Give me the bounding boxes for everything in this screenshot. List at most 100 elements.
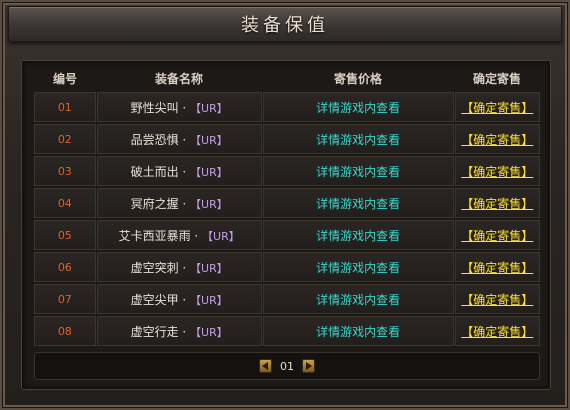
equipment-name-text: 艾卡西亚暴雨 ·	[118, 228, 203, 243]
row-number-cell: 01	[34, 92, 96, 122]
pagination: 01	[34, 352, 540, 380]
equipment-name: 艾卡西亚暴雨 · 【UR】	[119, 227, 240, 244]
equipment-name-text: 品尝恐惧 ·	[130, 132, 191, 147]
price-link[interactable]: 详情游戏内查看	[316, 259, 400, 276]
title-bar: 装备保值	[8, 6, 562, 42]
row-number-cell: 06	[34, 252, 96, 282]
row-number: 06	[57, 260, 72, 274]
price-link[interactable]: 详情游戏内查看	[316, 131, 400, 148]
equipment-value-window: 装备保值 编号 装备名称 寄售价格 确定寄售 01 野性尖叫 · 【UR】 详情游戏…	[0, 0, 570, 410]
row-number-cell: 03	[34, 156, 96, 186]
row-price-cell: 详情游戏内查看	[262, 220, 454, 250]
row-name-cell: 野性尖叫 · 【UR】	[96, 92, 262, 122]
rarity-tag: 【UR】	[190, 325, 228, 339]
equipment-name: 破土而出 · 【UR】	[131, 163, 228, 180]
row-name-cell: 艾卡西亚暴雨 · 【UR】	[96, 220, 262, 250]
row-name-cell: 虚空突刺 · 【UR】	[96, 252, 262, 282]
row-number-cell: 05	[34, 220, 96, 250]
confirm-consign-button[interactable]: 【确定寄售】	[461, 131, 533, 148]
rarity-tag: 【UR】	[190, 293, 228, 307]
equipment-name-text: 虚空突刺 ·	[130, 260, 191, 275]
confirm-consign-button[interactable]: 【确定寄售】	[461, 259, 533, 276]
rarity-tag: 【UR】	[190, 261, 228, 275]
equipment-panel: 编号 装备名称 寄售价格 确定寄售 01 野性尖叫 · 【UR】 详情游戏内查看 【确…	[21, 60, 551, 390]
triangle-right-icon	[306, 362, 312, 370]
header-price: 寄售价格	[333, 71, 382, 86]
row-price-cell: 详情游戏内查看	[262, 92, 454, 122]
confirm-consign-button[interactable]: 【确定寄售】	[461, 163, 533, 180]
page-number: 01	[280, 359, 294, 373]
equipment-name: 虚空尖甲 · 【UR】	[131, 291, 228, 308]
row-price-cell: 详情游戏内查看	[262, 188, 454, 218]
price-link[interactable]: 详情游戏内查看	[316, 99, 400, 116]
equipment-name: 冥府之握 · 【UR】	[131, 195, 228, 212]
row-number-cell: 04	[34, 188, 96, 218]
table-row: 03 破土而出 · 【UR】 详情游戏内查看 【确定寄售】	[34, 156, 541, 186]
table-row: 08 虚空行走 · 【UR】 详情游戏内查看 【确定寄售】	[34, 316, 541, 346]
row-number-cell: 07	[34, 284, 96, 314]
confirm-consign-button[interactable]: 【确定寄售】	[461, 99, 533, 116]
row-name-cell: 虚空尖甲 · 【UR】	[96, 284, 262, 314]
row-name-cell: 冥府之握 · 【UR】	[96, 188, 262, 218]
row-action-cell: 【确定寄售】	[454, 92, 541, 122]
table-row: 01 野性尖叫 · 【UR】 详情游戏内查看 【确定寄售】	[34, 92, 541, 122]
row-number-cell: 02	[34, 124, 96, 154]
rarity-tag: 【UR】	[190, 133, 228, 147]
row-action-cell: 【确定寄售】	[454, 124, 541, 154]
next-page-button[interactable]	[302, 359, 315, 373]
equipment-name-text: 虚空行走 ·	[130, 324, 191, 339]
equipment-name-text: 虚空尖甲 ·	[130, 292, 191, 307]
equipment-name: 品尝恐惧 · 【UR】	[131, 131, 228, 148]
row-number: 04	[57, 196, 72, 210]
price-link[interactable]: 详情游戏内查看	[316, 195, 400, 212]
table-row: 05 艾卡西亚暴雨 · 【UR】 详情游戏内查看 【确定寄售】	[34, 220, 541, 250]
row-number: 03	[57, 164, 72, 178]
row-number: 08	[57, 324, 72, 338]
equipment-name: 虚空行走 · 【UR】	[131, 323, 228, 340]
row-number: 07	[57, 292, 72, 306]
row-price-cell: 详情游戏内查看	[262, 284, 454, 314]
row-number: 05	[57, 228, 72, 242]
header-action: 确定寄售	[472, 71, 521, 86]
confirm-consign-button[interactable]: 【确定寄售】	[461, 195, 533, 212]
row-action-cell: 【确定寄售】	[454, 284, 541, 314]
row-price-cell: 详情游戏内查看	[262, 316, 454, 346]
row-action-cell: 【确定寄售】	[454, 220, 541, 250]
header-number: 编号	[52, 71, 77, 86]
table-row: 04 冥府之握 · 【UR】 详情游戏内查看 【确定寄售】	[34, 188, 541, 218]
row-action-cell: 【确定寄售】	[454, 316, 541, 346]
equipment-table: 编号 装备名称 寄售价格 确定寄售 01 野性尖叫 · 【UR】 详情游戏内查看 【确…	[34, 64, 541, 348]
row-number-cell: 08	[34, 316, 96, 346]
header-name: 装备名称	[154, 71, 203, 86]
row-action-cell: 【确定寄售】	[454, 156, 541, 186]
row-price-cell: 详情游戏内查看	[262, 252, 454, 282]
row-name-cell: 品尝恐惧 · 【UR】	[96, 124, 262, 154]
table-body: 01 野性尖叫 · 【UR】 详情游戏内查看 【确定寄售】 02 品尝恐惧 · 【UR】详…	[34, 92, 541, 346]
rarity-tag: 【UR】	[190, 165, 228, 179]
price-link[interactable]: 详情游戏内查看	[316, 291, 400, 308]
equipment-name: 虚空突刺 · 【UR】	[131, 259, 228, 276]
row-number: 01	[57, 100, 72, 114]
triangle-left-icon	[262, 362, 268, 370]
rarity-tag: 【UR】	[190, 197, 228, 211]
confirm-consign-button[interactable]: 【确定寄售】	[461, 291, 533, 308]
confirm-consign-button[interactable]: 【确定寄售】	[461, 227, 533, 244]
row-name-cell: 破土而出 · 【UR】	[96, 156, 262, 186]
window-title: 装备保值	[241, 15, 329, 36]
price-link[interactable]: 详情游戏内查看	[316, 323, 400, 340]
prev-page-button[interactable]	[259, 359, 272, 373]
row-price-cell: 详情游戏内查看	[262, 156, 454, 186]
table-row: 06 虚空突刺 · 【UR】 详情游戏内查看 【确定寄售】	[34, 252, 541, 282]
row-action-cell: 【确定寄售】	[454, 188, 541, 218]
rarity-tag: 【UR】	[190, 101, 228, 115]
confirm-consign-button[interactable]: 【确定寄售】	[461, 323, 533, 340]
rarity-tag: 【UR】	[202, 229, 240, 243]
price-link[interactable]: 详情游戏内查看	[316, 163, 400, 180]
equipment-name-text: 冥府之握 ·	[130, 196, 191, 211]
equipment-name-text: 破土而出 ·	[130, 164, 191, 179]
equipment-name: 野性尖叫 · 【UR】	[131, 99, 228, 116]
price-link[interactable]: 详情游戏内查看	[316, 227, 400, 244]
table-header: 编号 装备名称 寄售价格 确定寄售	[34, 64, 540, 92]
equipment-name-text: 野性尖叫 ·	[130, 100, 191, 115]
row-number: 02	[57, 132, 72, 146]
